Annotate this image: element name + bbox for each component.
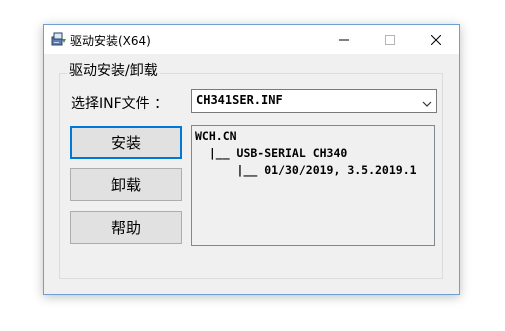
groupbox-label: 驱动安装/卸载 bbox=[67, 60, 160, 80]
chevron-down-icon[interactable] bbox=[421, 95, 433, 107]
help-button[interactable]: 帮助 bbox=[70, 211, 182, 244]
driver-install-window: 驱动安装(X64) 驱动安装/卸载 选择INF文件 ： CH341SER.INF bbox=[43, 24, 460, 295]
install-button[interactable]: 安装 bbox=[70, 126, 182, 159]
info-vendor-line: WCH.CN bbox=[195, 129, 237, 143]
installer-icon bbox=[51, 31, 67, 47]
inf-file-select[interactable]: CH341SER.INF bbox=[191, 89, 437, 113]
info-version-line: |__ 01/30/2019, 3.5.2019.1 bbox=[195, 163, 417, 177]
window-title: 驱动安装(X64) bbox=[70, 34, 151, 48]
minimize-icon bbox=[339, 39, 349, 40]
maximize-icon bbox=[385, 34, 395, 45]
title-bar[interactable]: 驱动安装(X64) bbox=[44, 25, 459, 54]
uninstall-button[interactable]: 卸载 bbox=[70, 168, 182, 201]
info-device-line: |__ USB-SERIAL CH340 bbox=[195, 146, 348, 160]
inf-file-value: CH341SER.INF bbox=[196, 93, 283, 107]
inf-file-label: 选择INF文件 ： bbox=[71, 96, 169, 112]
minimize-button[interactable] bbox=[321, 25, 367, 54]
maximize-button[interactable] bbox=[367, 25, 413, 54]
driver-info-box: WCH.CN |__ USB-SERIAL CH340 |__ 01/30/20… bbox=[191, 125, 435, 246]
close-button[interactable] bbox=[413, 25, 459, 54]
close-icon bbox=[431, 34, 441, 45]
